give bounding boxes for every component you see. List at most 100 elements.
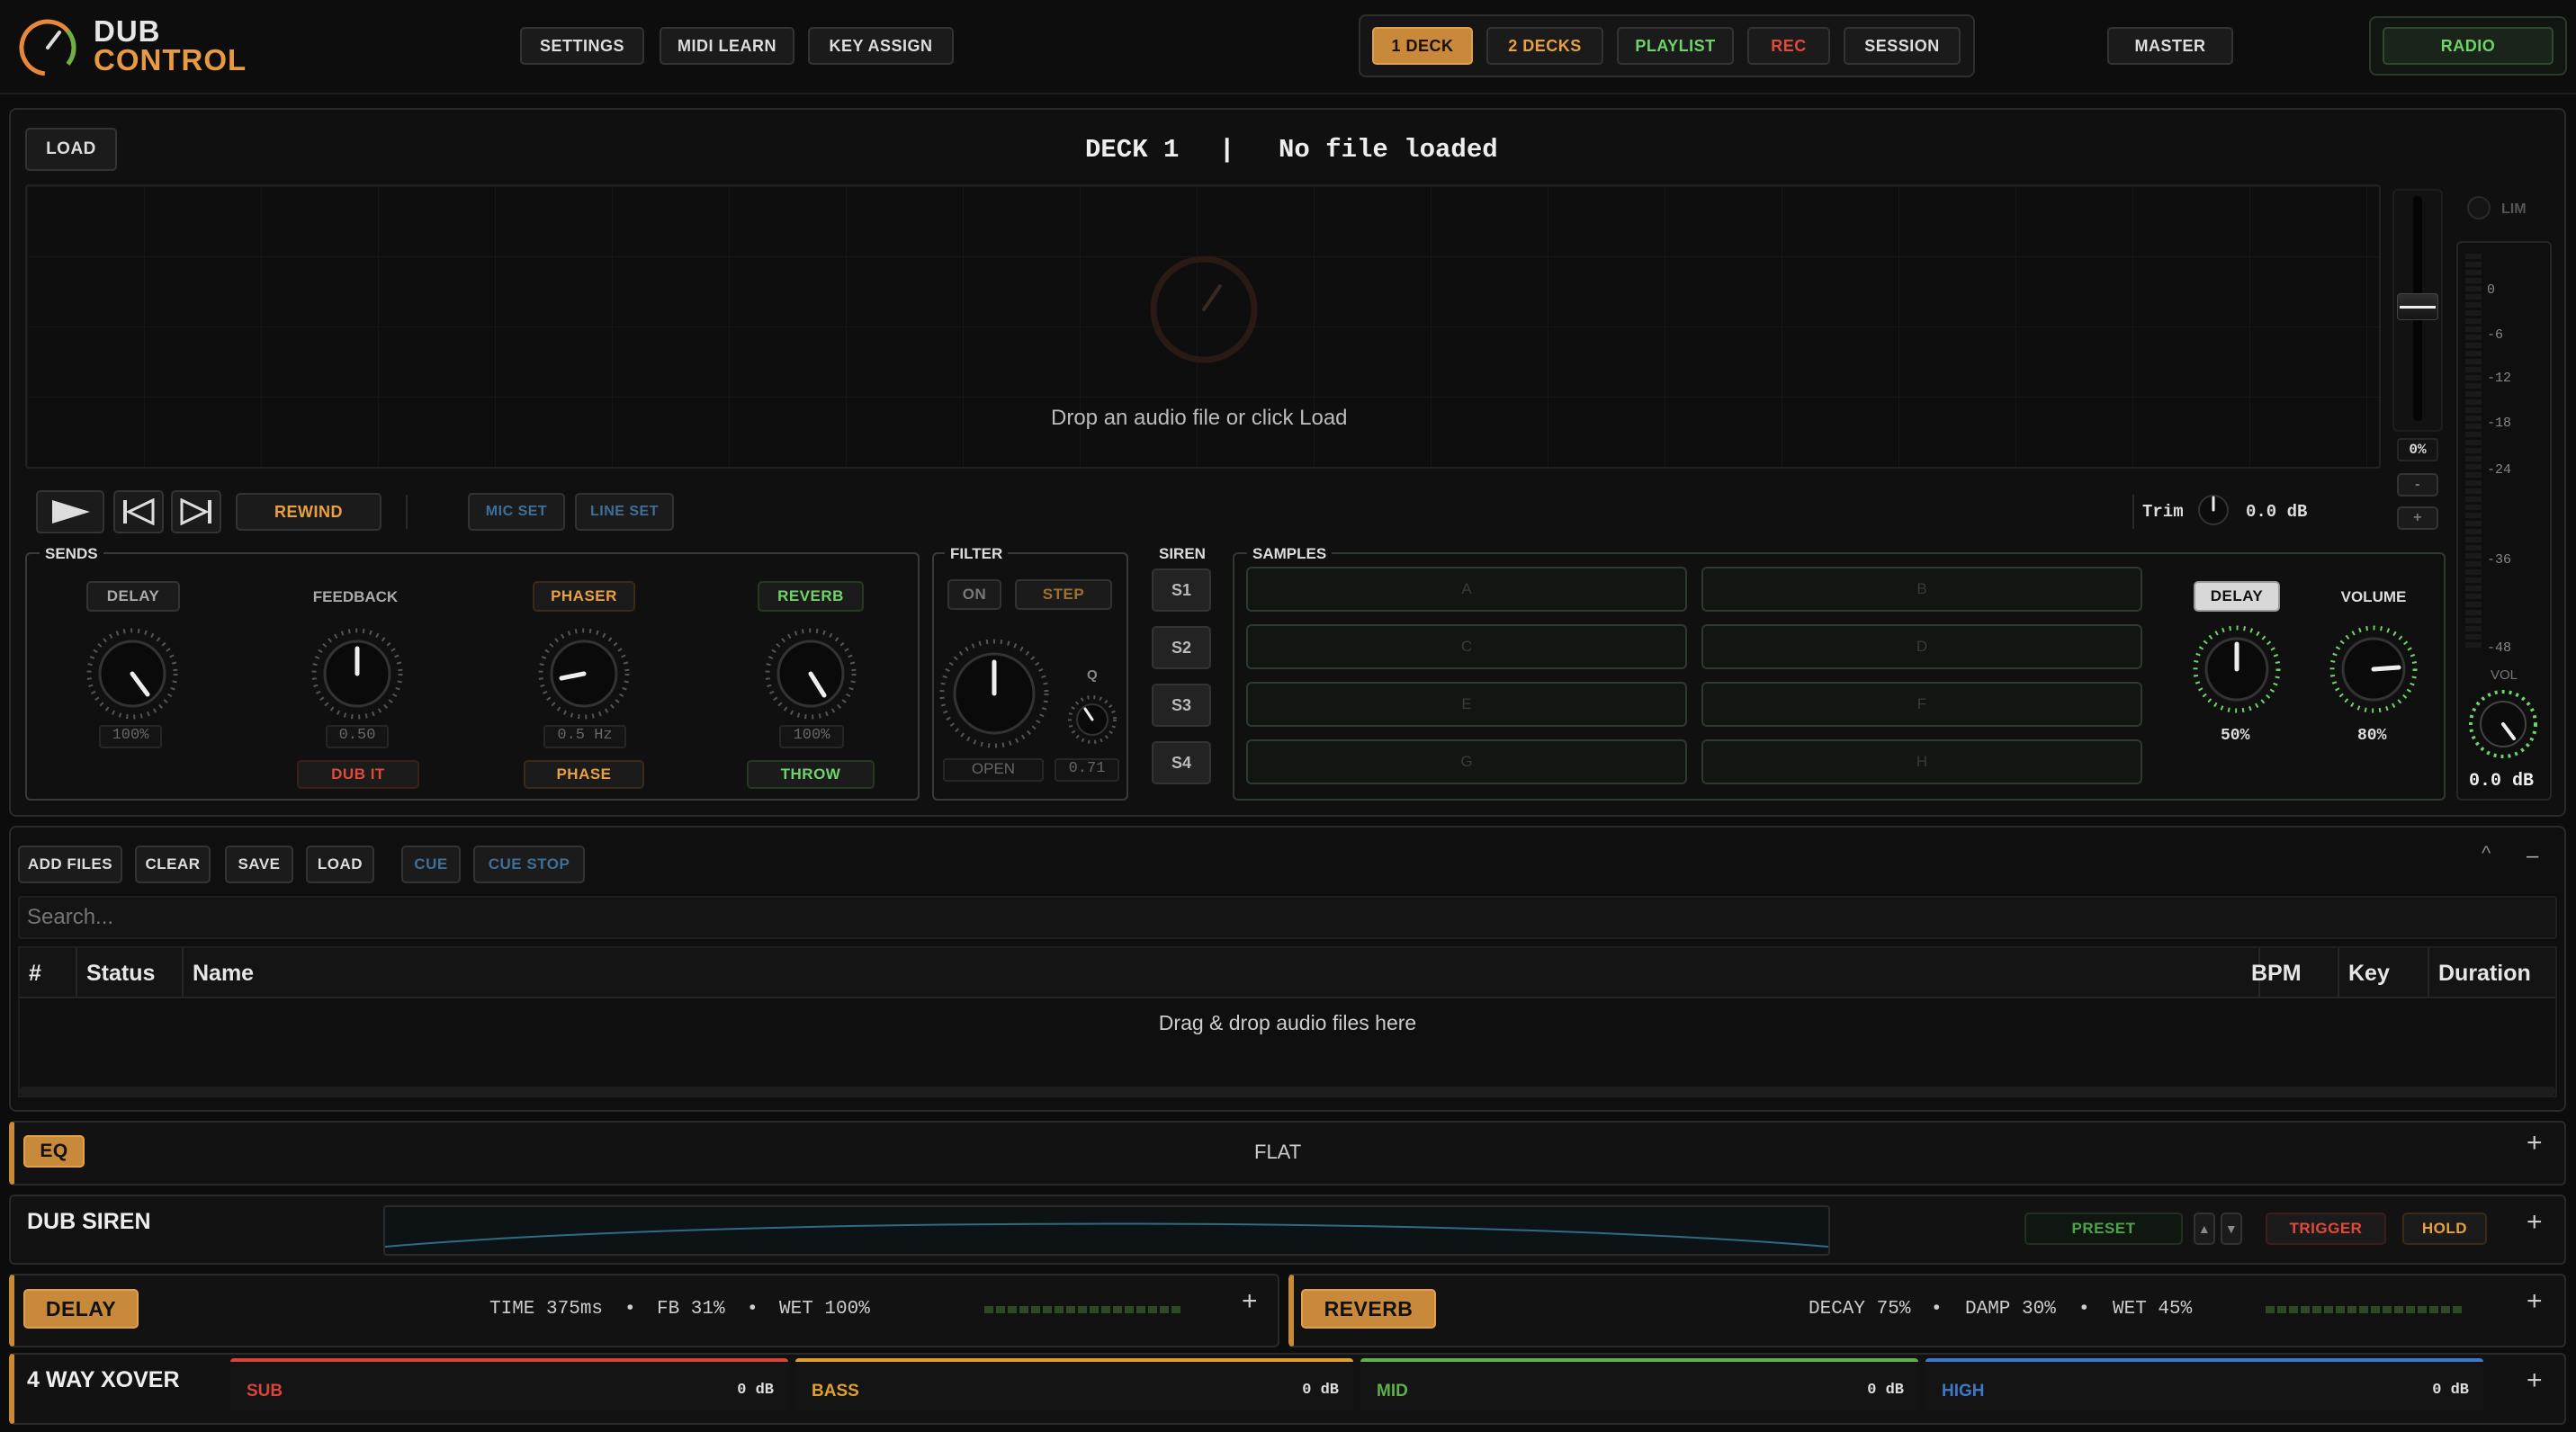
reverb-send-button[interactable]: REVERB [758,581,864,612]
line-set-button[interactable]: LINE SET [575,493,674,531]
deck-load-button[interactable]: LOAD [25,128,117,171]
reverb-decay-readout: DECAY 75% [1809,1299,1911,1320]
next-button[interactable] [171,490,221,533]
radio-button[interactable]: RADIO [2383,27,2554,65]
filter-title: FILTER [945,545,1009,563]
transport-divider [406,495,408,529]
xover-band-mid-value: 0 dB [1867,1382,1904,1399]
xover-band-high[interactable]: HIGH 0 dB [1925,1358,2483,1410]
settings-button[interactable]: SETTINGS [520,27,644,65]
samples-volume-label: VOLUME [2340,588,2407,605]
xover-band-mid[interactable]: MID 0 dB [1360,1358,1918,1410]
column-key[interactable]: Key [2339,948,2429,998]
column-index[interactable]: # [20,948,77,998]
filter-step-button[interactable]: STEP [1015,579,1112,610]
add-files-button[interactable]: ADD FILES [18,846,122,883]
reverb-fx-expand-button[interactable]: + [2527,1286,2543,1317]
playlist-collapse-icon[interactable]: ^ [2482,842,2491,865]
dub-siren-preset-button[interactable]: PRESET [2024,1213,2183,1245]
trim-divider [2132,495,2134,529]
waveform-placeholder-icon [1148,254,1260,365]
throw-button[interactable]: THROW [747,760,875,789]
two-decks-button[interactable]: 2 DECKS [1486,27,1603,65]
sample-pad-a[interactable]: A [1246,567,1687,612]
clear-button[interactable]: CLEAR [135,846,211,883]
pitch-minus-button[interactable]: - [2397,473,2438,497]
dub-siren-title: DUB SIREN [27,1209,151,1234]
column-bpm[interactable]: BPM [2242,948,2339,998]
feedback-knob[interactable] [308,624,407,723]
delay-dot-2: • [747,1299,758,1320]
playlist-minimize-icon[interactable]: – [2527,844,2538,869]
master-button[interactable]: MASTER [2107,27,2233,65]
eq-toggle-button[interactable]: EQ [23,1135,85,1168]
dub-siren-trigger-button[interactable]: TRIGGER [2266,1213,2386,1245]
one-deck-button[interactable]: 1 DECK [1372,27,1473,65]
eq-preset-label[interactable]: FLAT [1254,1141,1301,1164]
reverb-fx-toggle-button[interactable]: REVERB [1301,1289,1436,1329]
phaser-send-button[interactable]: PHASER [533,581,635,612]
master-volume-knob[interactable] [2467,688,2539,760]
samples-volume-knob[interactable] [2327,622,2420,716]
dub-siren-expand-button[interactable]: + [2527,1207,2543,1238]
filter-cutoff-knob[interactable] [936,635,1053,752]
samples-delay-button[interactable]: DELAY [2194,581,2280,612]
play-button[interactable] [36,490,104,533]
playlist-scrollbar[interactable] [20,1087,2555,1096]
filter-q-knob[interactable] [1067,694,1117,745]
dub-siren-preset-down-button[interactable]: ▼ [2221,1213,2242,1245]
siren-s3-button[interactable]: S3 [1152,684,1211,727]
dub-it-button[interactable]: DUB IT [297,760,419,789]
siren-s4-button[interactable]: S4 [1152,741,1211,784]
sample-pad-e[interactable]: E [1246,682,1687,727]
playlist-button[interactable]: PLAYLIST [1617,27,1734,65]
trim-value: 0.0 dB [2246,502,2308,522]
phaser-rate-knob[interactable] [534,624,633,723]
cue-button[interactable]: CUE [401,846,461,883]
sample-pad-d[interactable]: D [1701,624,2142,669]
siren-s2-button[interactable]: S2 [1152,626,1211,669]
trim-knob[interactable] [2195,492,2231,528]
load-playlist-button[interactable]: LOAD [306,846,374,883]
eq-expand-button[interactable]: + [2527,1128,2543,1159]
dub-siren-preset-up-button[interactable]: ▲ [2194,1213,2215,1245]
playlist-search-input[interactable] [18,896,2557,939]
delay-fx-expand-button[interactable]: + [1242,1286,1258,1317]
column-duration[interactable]: Duration [2429,948,2555,998]
column-status[interactable]: Status [77,948,184,998]
sample-pad-g[interactable]: G [1246,739,1687,784]
delay-send-button[interactable]: DELAY [86,581,180,612]
phase-button[interactable]: PHASE [524,760,644,789]
key-assign-button[interactable]: KEY ASSIGN [808,27,954,65]
cue-stop-button[interactable]: CUE STOP [473,846,585,883]
rec-button[interactable]: REC [1747,27,1830,65]
mic-set-button[interactable]: MIC SET [468,493,565,531]
filter-on-button[interactable]: ON [947,579,1001,610]
deck-title: DECK 1 [1085,135,1180,165]
midi-learn-button[interactable]: MIDI LEARN [660,27,794,65]
xover-expand-button[interactable]: + [2527,1365,2543,1396]
dub-siren-hold-button[interactable]: HOLD [2402,1213,2487,1245]
sends-title: SENDS [40,545,103,563]
samples-delay-value: 50% [2221,727,2250,745]
delay-fx-toggle-button[interactable]: DELAY [23,1289,139,1329]
previous-button[interactable] [113,490,164,533]
session-button[interactable]: SESSION [1844,27,1961,65]
delay-send-value: 100% [99,725,162,748]
reverb-send-knob[interactable] [761,624,860,723]
rewind-button[interactable]: REWIND [236,493,381,531]
siren-s1-button[interactable]: S1 [1152,568,1211,612]
samples-delay-knob[interactable] [2190,622,2284,716]
xover-band-sub[interactable]: SUB 0 dB [230,1358,788,1410]
save-playlist-button[interactable]: SAVE [225,846,293,883]
sample-pad-f[interactable]: F [1701,682,2142,727]
pitch-fader-handle[interactable] [2397,293,2438,320]
sample-pad-h[interactable]: H [1701,739,2142,784]
column-name[interactable]: Name [184,948,2260,998]
xover-band-bass[interactable]: BASS 0 dB [795,1358,1353,1410]
sample-pad-c[interactable]: C [1246,624,1687,669]
sample-pad-b[interactable]: B [1701,567,2142,612]
reverb-activity-meter [2266,1306,2464,1313]
pitch-plus-button[interactable]: + [2397,506,2438,530]
delay-send-knob[interactable] [83,624,182,723]
